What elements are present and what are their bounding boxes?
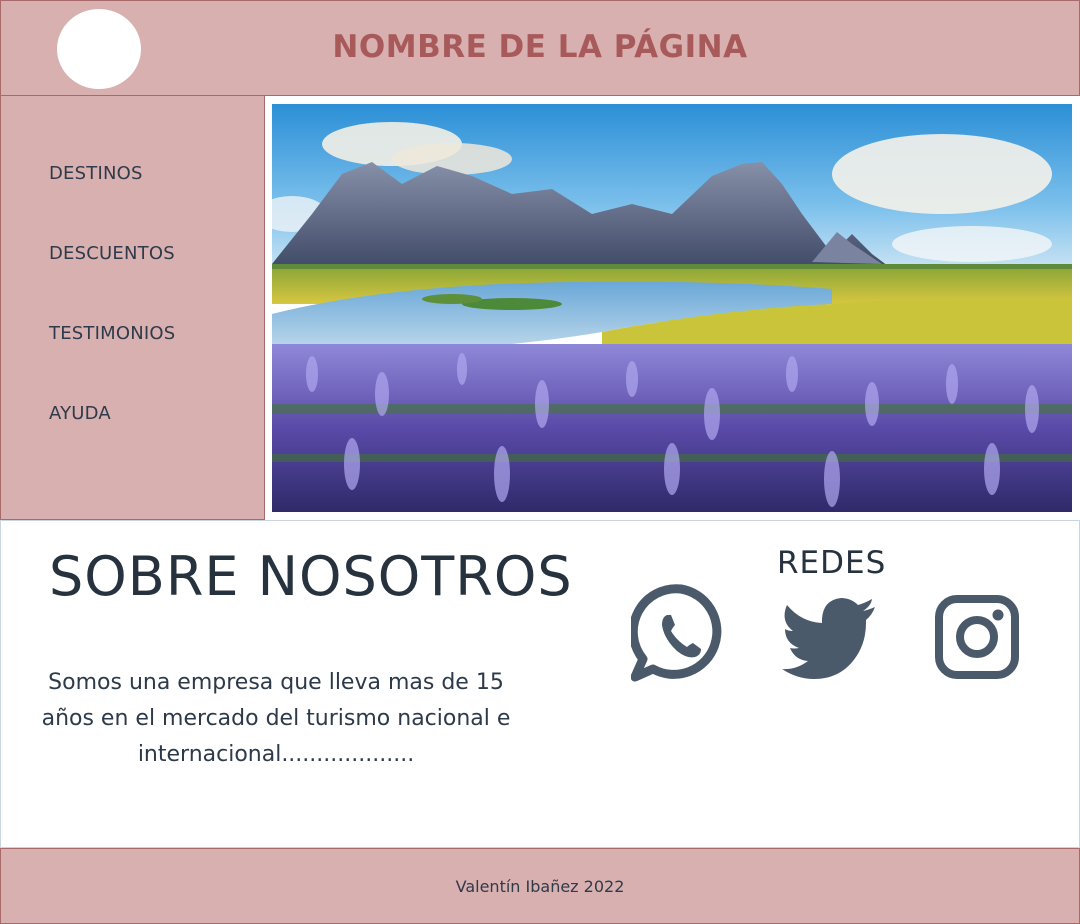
- sidebar-item-testimonios[interactable]: TESTIMONIOS: [49, 323, 175, 344]
- footer-credit: Valentín Ibañez 2022: [455, 877, 625, 896]
- whatsapp-icon[interactable]: [628, 583, 731, 687]
- about-title: SOBRE NOSOTROS: [49, 545, 573, 608]
- sidebar-nav: DESTINOS DESCUENTOS TESTIMONIOS AYUDA: [0, 96, 265, 520]
- about-text: Somos una empresa que lleva mas de 15 añ…: [41, 670, 511, 767]
- sidebar-item-descuentos[interactable]: DESCUENTOS: [49, 243, 175, 264]
- site-title: NOMBRE DE LA PÁGINA: [332, 29, 748, 65]
- hero-image: [272, 104, 1072, 512]
- social-title: REDES: [777, 545, 887, 581]
- instagram-icon[interactable]: [935, 595, 1019, 683]
- sidebar-item-destinos[interactable]: DESTINOS: [49, 163, 143, 184]
- about-section: SOBRE NOSOTROS Somos una empresa que lle…: [0, 520, 1080, 848]
- page-footer: Valentín Ibañez 2022: [0, 848, 1080, 924]
- twitter-icon[interactable]: [781, 597, 877, 685]
- sidebar-item-ayuda[interactable]: AYUDA: [49, 403, 111, 424]
- page-header: NOMBRE DE LA PÁGINA: [0, 0, 1080, 96]
